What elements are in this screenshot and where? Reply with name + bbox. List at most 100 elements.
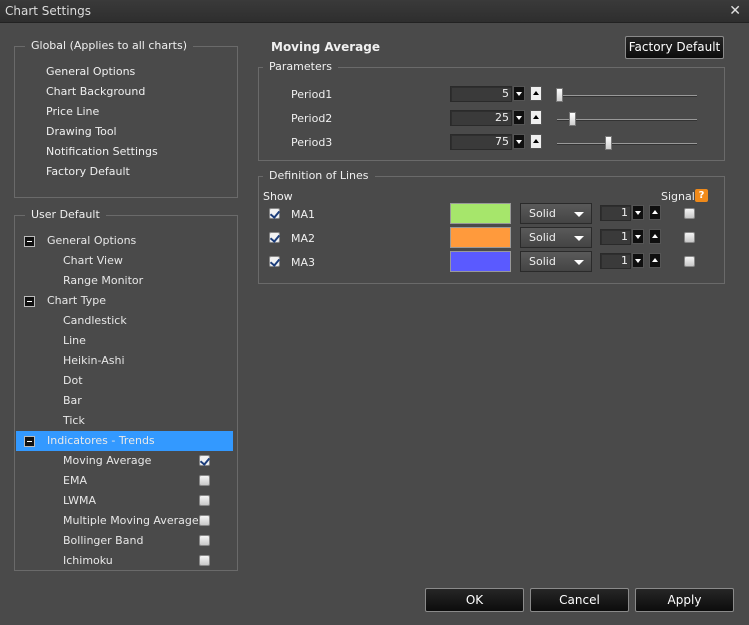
tree-item-candlestick[interactable]: Candlestick <box>16 311 233 331</box>
show-header: Show <box>263 190 293 203</box>
collapse-icon[interactable] <box>24 236 35 247</box>
ma2-show-checkbox[interactable] <box>269 232 281 243</box>
global-group: Global (Applies to all charts) General O… <box>14 39 238 198</box>
tree-item-range-monitor[interactable]: Range Monitor <box>16 271 233 291</box>
global-item-factory-default[interactable]: Factory Default <box>46 165 130 178</box>
ma1-signal-checkbox[interactable] <box>684 208 695 219</box>
global-item-notification-settings[interactable]: Notification Settings <box>46 145 158 158</box>
ma2-width-decrement-button[interactable] <box>632 229 644 244</box>
factory-default-button[interactable]: Factory Default <box>625 36 724 59</box>
period2-increment-button[interactable] <box>530 110 542 125</box>
tree-item-label: General Options <box>47 234 137 247</box>
global-group-legend: Global (Applies to all charts) <box>25 39 193 52</box>
ma1-color-swatch[interactable] <box>450 203 511 224</box>
ma3-color-swatch[interactable] <box>450 251 511 272</box>
tree-item-bollinger-band[interactable]: Bollinger Band <box>16 531 233 551</box>
user-default-legend: User Default <box>25 208 106 221</box>
tree-item-indicators-trends[interactable]: Indicatores - Trends <box>16 431 233 451</box>
period1-slider-track[interactable] <box>557 95 697 97</box>
ichimoku-checkbox[interactable] <box>199 555 210 566</box>
ma1-width-increment-button[interactable] <box>649 205 661 220</box>
tree-item-label: Bollinger Band <box>63 534 144 547</box>
moving-average-checkbox[interactable] <box>199 455 211 466</box>
arrow-up-icon <box>533 139 539 143</box>
ma3-label: MA3 <box>291 256 316 269</box>
period3-slider-track[interactable] <box>557 143 697 145</box>
period1-increment-button[interactable] <box>530 86 542 101</box>
period3-slider-thumb[interactable] <box>605 136 612 150</box>
ma3-width-increment-button[interactable] <box>649 253 661 268</box>
ma2-color-swatch[interactable] <box>450 227 511 248</box>
period2-input[interactable]: 25 <box>450 110 512 126</box>
period2-slider-thumb[interactable] <box>569 112 576 126</box>
arrow-up-icon <box>652 210 658 214</box>
ma1-show-checkbox[interactable] <box>269 208 281 219</box>
tree-item-multiple-moving-averages[interactable]: Multiple Moving Averages <box>16 511 233 531</box>
global-item-price-line[interactable]: Price Line <box>46 105 99 118</box>
ma2-width-increment-button[interactable] <box>649 229 661 244</box>
tree-item-label: Chart Type <box>47 294 106 307</box>
tree-item-chart-view[interactable]: Chart View <box>16 251 233 271</box>
period2-decrement-button[interactable] <box>513 110 525 125</box>
period3-label: Period3 <box>291 136 333 149</box>
tree-item-general-options[interactable]: General Options <box>16 231 233 251</box>
close-icon[interactable]: ✕ <box>729 3 741 19</box>
tree-item-label: Range Monitor <box>63 274 144 287</box>
ma1-style-dropdown[interactable]: Solid <box>520 203 592 224</box>
chevron-down-icon <box>574 212 584 217</box>
multiple-moving-averages-checkbox[interactable] <box>199 515 210 526</box>
ma2-style-dropdown[interactable]: Solid <box>520 227 592 248</box>
ma3-width-decrement-button[interactable] <box>632 253 644 268</box>
ma1-width-decrement-button[interactable] <box>632 205 644 220</box>
collapse-icon[interactable] <box>24 296 35 307</box>
lines-group: Definition of Lines Show Signal ? MA1 So… <box>258 169 725 284</box>
ma1-width-input[interactable]: 1 <box>600 205 631 221</box>
collapse-icon[interactable] <box>24 436 35 447</box>
bollinger-band-checkbox[interactable] <box>199 535 210 546</box>
ma3-style-dropdown[interactable]: Solid <box>520 251 592 272</box>
tree-item-label: Bar <box>63 394 82 407</box>
tree-item-bar[interactable]: Bar <box>16 391 233 411</box>
period1-decrement-button[interactable] <box>513 86 525 101</box>
tree-item-tick[interactable]: Tick <box>16 411 233 431</box>
period3-input[interactable]: 75 <box>450 134 512 150</box>
check-icon <box>269 232 281 243</box>
global-item-general-options[interactable]: General Options <box>46 65 135 78</box>
cancel-button[interactable]: Cancel <box>530 588 629 612</box>
period1-input[interactable]: 5 <box>450 86 512 102</box>
arrow-down-icon <box>516 116 522 120</box>
period3-decrement-button[interactable] <box>513 134 525 149</box>
tree-item-line[interactable]: Line <box>16 331 233 351</box>
check-icon <box>199 455 211 466</box>
ma3-signal-checkbox[interactable] <box>684 256 695 267</box>
tree-item-label: Heikin-Ashi <box>63 354 125 367</box>
ma2-signal-checkbox[interactable] <box>684 232 695 243</box>
tree-item-ichimoku[interactable]: Ichimoku <box>16 551 233 571</box>
period1-slider-thumb[interactable] <box>556 88 563 102</box>
arrow-down-icon <box>516 140 522 144</box>
period3-increment-button[interactable] <box>530 134 542 149</box>
tree-item-lwma[interactable]: LWMA <box>16 491 233 511</box>
global-item-drawing-tool[interactable]: Drawing Tool <box>46 125 117 138</box>
tree-item-label: Dot <box>63 374 83 387</box>
tree-item-dot[interactable]: Dot <box>16 371 233 391</box>
period2-slider-track[interactable] <box>557 119 697 121</box>
global-item-chart-background[interactable]: Chart Background <box>46 85 145 98</box>
ma2-width-input[interactable]: 1 <box>600 229 631 245</box>
tree-item-label: EMA <box>63 474 87 487</box>
ok-button[interactable]: OK <box>425 588 524 612</box>
lines-legend: Definition of Lines <box>263 169 375 182</box>
tree-item-heikin-ashi[interactable]: Heikin-Ashi <box>16 351 233 371</box>
tree-item-ema[interactable]: EMA <box>16 471 233 491</box>
ma3-show-checkbox[interactable] <box>269 256 281 267</box>
tree-item-label: Chart View <box>63 254 123 267</box>
tree-item-moving-average[interactable]: Moving Average <box>16 451 233 471</box>
apply-button[interactable]: Apply <box>635 588 734 612</box>
arrow-down-icon <box>635 259 641 263</box>
tree-item-chart-type[interactable]: Chart Type <box>16 291 233 311</box>
ema-checkbox[interactable] <box>199 475 210 486</box>
help-icon[interactable]: ? <box>695 189 708 202</box>
ma3-width-input[interactable]: 1 <box>600 253 631 269</box>
tree-item-label: Candlestick <box>63 314 127 327</box>
lwma-checkbox[interactable] <box>199 495 210 506</box>
